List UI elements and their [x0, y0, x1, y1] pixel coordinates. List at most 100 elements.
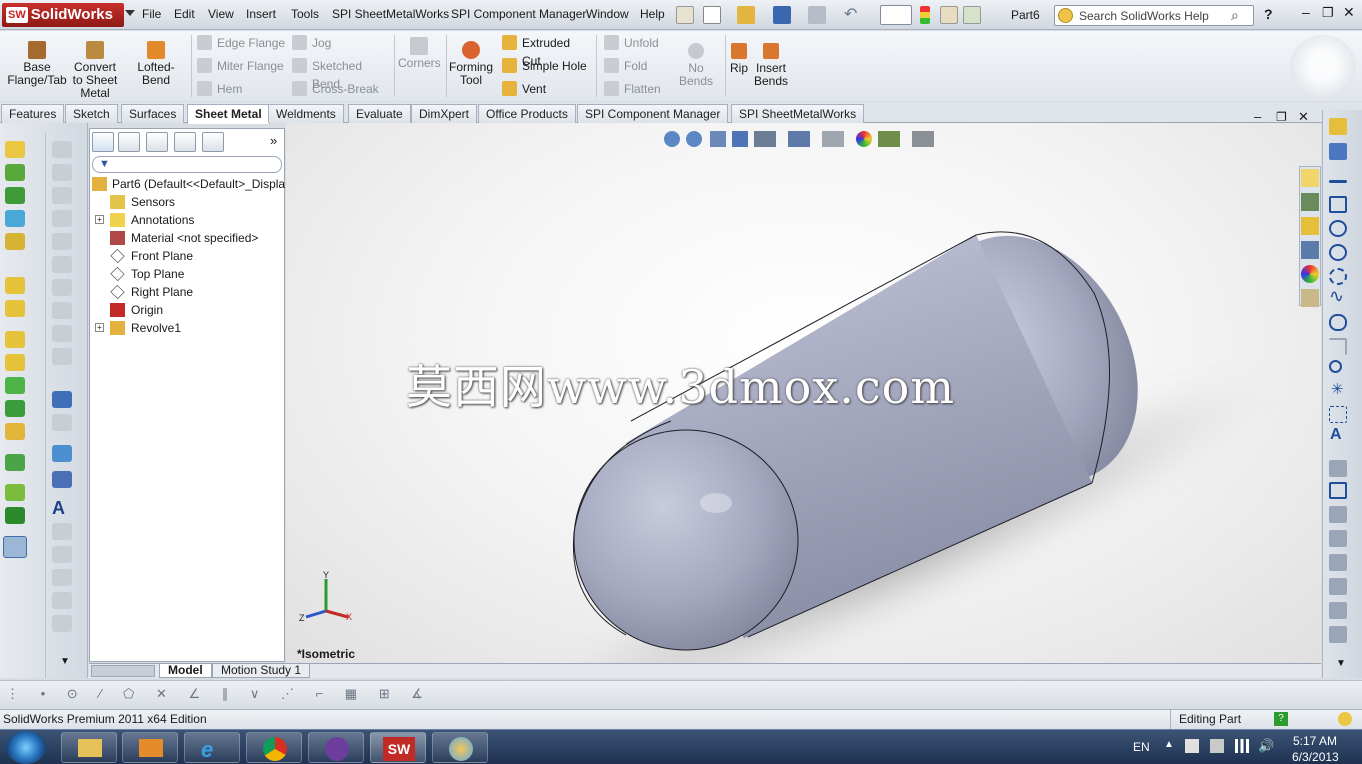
home-icon[interactable]: [1301, 169, 1319, 187]
construction-icon[interactable]: [1329, 406, 1347, 423]
insert-bends-button[interactable]: Insert Bends: [754, 43, 788, 88]
extend-tool-icon[interactable]: [52, 325, 72, 342]
taskbar-app[interactable]: [308, 732, 364, 763]
cross-break-button[interactable]: Cross-Break: [290, 80, 390, 98]
close-icon[interactable]: ✕: [1343, 4, 1355, 21]
solidworks-logo[interactable]: SW SolidWorks: [2, 3, 124, 27]
tab-office-products[interactable]: Office Products: [478, 104, 576, 123]
simple-hole-button[interactable]: Simple Hole: [500, 57, 592, 75]
dimension-icon[interactable]: [52, 391, 72, 408]
tree-item[interactable]: Front Plane: [90, 247, 286, 265]
tab-spi-component-manager[interactable]: SPI Component Manager: [577, 104, 729, 123]
taskbar-solidworks[interactable]: SW: [370, 732, 426, 763]
new-document-icon[interactable]: [703, 6, 721, 24]
filter-input[interactable]: ▼: [92, 156, 282, 173]
graphics-area[interactable]: – ❐ ✕ 莫西网www.3dmox.com Y X Z *Isometric: [286, 109, 1321, 663]
taskbar-paint[interactable]: [432, 732, 488, 763]
spline-icon[interactable]: ∿: [1329, 286, 1344, 307]
base-flange-button[interactable]: Base Flange/Tab: [5, 41, 69, 87]
loft-icon[interactable]: [5, 354, 25, 371]
magnify-icon[interactable]: [52, 546, 72, 563]
flatten-button[interactable]: Flatten: [602, 80, 672, 98]
expand-icon[interactable]: +: [95, 215, 104, 224]
note-icon[interactable]: [52, 523, 72, 540]
language-indicator[interactable]: EN: [1133, 740, 1150, 754]
sweep-icon[interactable]: [5, 331, 25, 348]
taskbar-media-player[interactable]: [122, 732, 178, 763]
display-manager-tab[interactable]: [202, 132, 224, 152]
fold-button[interactable]: Fold: [602, 57, 672, 75]
logo-dropdown-icon[interactable]: [125, 10, 135, 16]
undo-icon[interactable]: ↶: [844, 6, 862, 24]
rectangle-icon[interactable]: [1329, 196, 1347, 213]
trim-icon[interactable]: [1329, 460, 1347, 477]
tab-sketch[interactable]: Sketch: [65, 104, 118, 123]
tab-model[interactable]: Model: [159, 664, 212, 678]
tab-surfaces[interactable]: Surfaces: [121, 104, 185, 123]
menu-insert[interactable]: Insert: [246, 7, 276, 21]
reference-geometry-icon[interactable]: [5, 484, 25, 501]
rectangle-tool-icon[interactable]: [52, 164, 72, 181]
fillet-icon[interactable]: [5, 400, 25, 417]
linear-pattern-icon[interactable]: [1329, 554, 1347, 571]
fillet-sketch-icon[interactable]: [1329, 338, 1347, 355]
save-icon[interactable]: [773, 6, 791, 24]
tree-item[interactable]: Top Plane: [90, 265, 286, 283]
menu-tools[interactable]: Tools: [291, 7, 319, 21]
menu-spi-component-manager[interactable]: SPI Component Manager: [451, 7, 586, 21]
slot-icon[interactable]: [1329, 314, 1347, 331]
help-icon[interactable]: ?: [1274, 712, 1288, 726]
open-folder-icon[interactable]: [737, 6, 755, 24]
tab-sheet-metal[interactable]: Sheet Metal: [187, 104, 270, 124]
curve-tool-icon[interactable]: [52, 615, 72, 632]
tab-motion-study[interactable]: Motion Study 1: [212, 664, 311, 678]
text-tool-icon[interactable]: A: [1330, 426, 1342, 444]
taskbar-chrome[interactable]: [246, 732, 302, 763]
curves-icon[interactable]: [5, 507, 25, 524]
arc-tool-icon[interactable]: [52, 210, 72, 227]
tree-item[interactable]: + Annotations: [90, 211, 286, 229]
chevron-down-icon[interactable]: ▼: [1336, 658, 1346, 669]
view-palette-icon[interactable]: [1301, 241, 1319, 259]
notification-icon[interactable]: [1338, 712, 1352, 726]
relations-tool-icon[interactable]: [1329, 602, 1347, 619]
file-properties-icon[interactable]: [940, 6, 958, 24]
rib-icon[interactable]: [5, 423, 25, 440]
shell-icon[interactable]: [5, 377, 25, 394]
select-pointer-icon[interactable]: [880, 5, 912, 25]
check-icon[interactable]: [52, 445, 72, 462]
options-icon[interactable]: [963, 6, 981, 24]
relations-icon[interactable]: [5, 233, 25, 250]
centerline-icon[interactable]: ✳: [1331, 380, 1344, 398]
minimize-icon[interactable]: –: [1302, 4, 1310, 20]
text-icon[interactable]: A: [52, 498, 65, 519]
search-icon[interactable]: ⌕: [1231, 7, 1239, 24]
propertymanager-tab[interactable]: [118, 132, 140, 152]
pin-icon[interactable]: [676, 6, 694, 24]
chevron-down-icon[interactable]: ▼: [60, 656, 70, 667]
tree-item[interactable]: Sensors: [90, 193, 286, 211]
tab-spi-sheetmetalworks[interactable]: SPI SheetMetalWorks: [731, 104, 865, 123]
rebuild-icon[interactable]: [920, 6, 930, 24]
mirror-tool-icon[interactable]: [52, 279, 72, 296]
tab-weldments[interactable]: Weldments: [268, 104, 344, 123]
network-icon[interactable]: [1235, 739, 1249, 753]
move-icon[interactable]: [1329, 578, 1347, 595]
zoom-icon[interactable]: [52, 569, 72, 586]
taskbar-internet-explorer[interactable]: e: [184, 732, 240, 763]
restore-icon[interactable]: ❐: [1322, 5, 1334, 21]
revolve-icon[interactable]: [5, 300, 25, 317]
convert-to-sheet-metal-button[interactable]: Convert to Sheet Metal: [72, 41, 118, 100]
viewport-restore-icon[interactable]: ❐: [1276, 110, 1287, 124]
menu-window[interactable]: Window: [586, 7, 629, 21]
circle-tool-icon[interactable]: [52, 187, 72, 204]
dimension-tool-icon[interactable]: [1329, 143, 1347, 160]
convert-entities-icon[interactable]: [1329, 482, 1347, 499]
file-explorer-icon[interactable]: [1301, 217, 1319, 235]
point-icon[interactable]: [5, 210, 25, 227]
unfold-button[interactable]: Unfold: [602, 34, 672, 52]
tab-scroll-arrows[interactable]: [91, 665, 155, 677]
selected-tool-icon[interactable]: [3, 536, 27, 558]
tree-item[interactable]: + Revolve1: [90, 319, 286, 337]
hem-button[interactable]: Hem: [195, 80, 290, 98]
